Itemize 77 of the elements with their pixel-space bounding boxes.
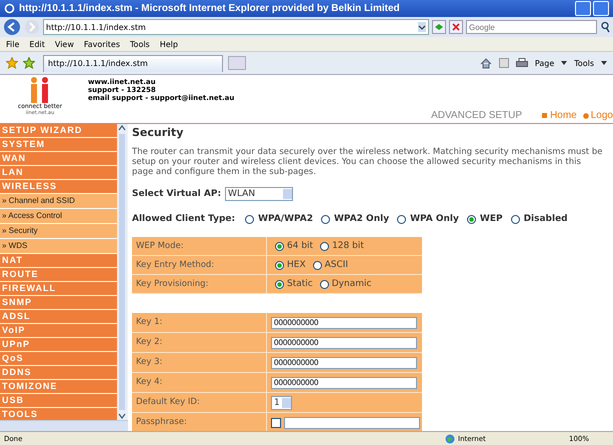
search-field[interactable]: Google	[466, 20, 597, 34]
radio-button[interactable]	[275, 260, 284, 270]
stop-icon[interactable]	[449, 20, 463, 34]
scroll-up-icon[interactable]	[118, 124, 126, 132]
sidebar-item[interactable]: » Access Control	[0, 209, 117, 224]
menu-item[interactable]: Tools	[130, 40, 150, 48]
radio-button[interactable]	[275, 280, 284, 288]
page-title: Security	[132, 126, 184, 139]
option-label[interactable]: Disabled	[524, 214, 568, 224]
caret-icon[interactable]	[601, 61, 607, 65]
field-label: Allowed Client Type:	[132, 214, 236, 224]
radio-button[interactable]	[312, 260, 322, 270]
browser-icon	[4, 3, 15, 14]
option-label[interactable]: HEX	[287, 260, 306, 270]
radio-button[interactable]	[466, 214, 476, 224]
option-label[interactable]: Dynamic	[332, 279, 372, 289]
passphrase-input[interactable]	[284, 416, 420, 428]
key-input[interactable]: 0000000000	[271, 316, 417, 328]
radio-button[interactable]	[510, 214, 520, 224]
key-id-select[interactable]: 1	[271, 396, 292, 410]
table-cell: WEP Mode:	[132, 237, 267, 255]
menu-item[interactable]: Favorites	[84, 40, 120, 48]
option-label[interactable]: WEP	[480, 214, 503, 224]
sidebar-item[interactable]: » WDS	[0, 239, 117, 254]
option-label[interactable]: 128 bit	[332, 241, 364, 251]
home-icon[interactable]	[480, 58, 492, 68]
table-cell: Key 4:	[132, 373, 267, 392]
key-input[interactable]: 0000000000	[271, 376, 417, 388]
star-icon[interactable]	[6, 57, 18, 69]
add-favorite-icon[interactable]	[23, 57, 35, 69]
option-label[interactable]: ASCII	[324, 260, 348, 270]
section-title: ADVANCED SETUP	[431, 110, 522, 121]
description-text: The router can transmit your data securely over the wireless network. Matching security mechanisms must be setup on your router and wireless client devices. You can choose the allowed security mechanisms in this page and configure them in the sub-pages.	[132, 147, 603, 177]
sidebar-item[interactable]: » Security	[0, 224, 117, 239]
key-input[interactable]: 0000000000	[271, 336, 417, 348]
refresh-icon[interactable]	[432, 20, 446, 34]
checkbox[interactable]	[271, 418, 281, 428]
table-cell: Key 3:	[132, 353, 267, 372]
menu-item[interactable]: File	[6, 40, 20, 48]
radio-button[interactable]	[245, 214, 254, 224]
radio-button[interactable]	[397, 214, 406, 224]
command-button[interactable]: Page	[534, 58, 554, 68]
option-label[interactable]: WPA/WPA2	[258, 214, 313, 224]
vertical-scrollbar[interactable]	[117, 124, 127, 420]
option-label[interactable]: Static	[287, 279, 313, 289]
horizontal-scrollbar[interactable]	[0, 420, 128, 431]
table-cell: Key 2:	[132, 333, 267, 352]
radio-button[interactable]	[320, 280, 329, 288]
table-cell: Key Entry Method:	[132, 256, 267, 274]
minimize-button[interactable]	[575, 1, 591, 16]
menu-item[interactable]: Help	[160, 40, 178, 48]
key-input[interactable]: 0000000000	[271, 356, 417, 368]
printer-icon[interactable]	[516, 58, 528, 68]
menu-item[interactable]: Edit	[29, 40, 45, 48]
window-title: http://10.1.1.1/index.stm - Microsoft Internet Explorer provided by Belkin Limited	[19, 3, 401, 14]
radio-button[interactable]	[320, 242, 330, 250]
table-cell: Default Key ID:	[132, 393, 267, 412]
browser-tab[interactable]: http://10.1.1.1/index.stm	[43, 54, 223, 72]
option-label[interactable]: WPA Only	[410, 214, 459, 224]
option-label[interactable]: 64 bit	[287, 241, 314, 251]
table-cell: Key 1:	[132, 313, 267, 332]
restore-button[interactable]	[593, 1, 609, 16]
table-cell: Key Provisioning:	[132, 275, 267, 293]
radio-button[interactable]	[321, 214, 330, 224]
option-label[interactable]: WPA2 Only	[334, 214, 390, 224]
back-icon[interactable]	[3, 18, 21, 36]
command-button[interactable]: Tools	[574, 58, 594, 68]
address-field[interactable]: http://10.1.1.1/index.stm	[43, 19, 429, 35]
caret-icon[interactable]	[561, 61, 568, 65]
field-label: Select Virtual AP:	[132, 189, 222, 199]
menu-item[interactable]: View	[54, 40, 74, 48]
virtual-ap-select[interactable]: WLAN	[225, 187, 294, 201]
globe-icon	[445, 434, 455, 444]
scroll-down-icon[interactable]	[118, 412, 126, 420]
search-icon[interactable]	[600, 21, 610, 33]
sidebar-item[interactable]: » Channel and SSID	[0, 194, 117, 209]
radio-button[interactable]	[275, 242, 284, 250]
